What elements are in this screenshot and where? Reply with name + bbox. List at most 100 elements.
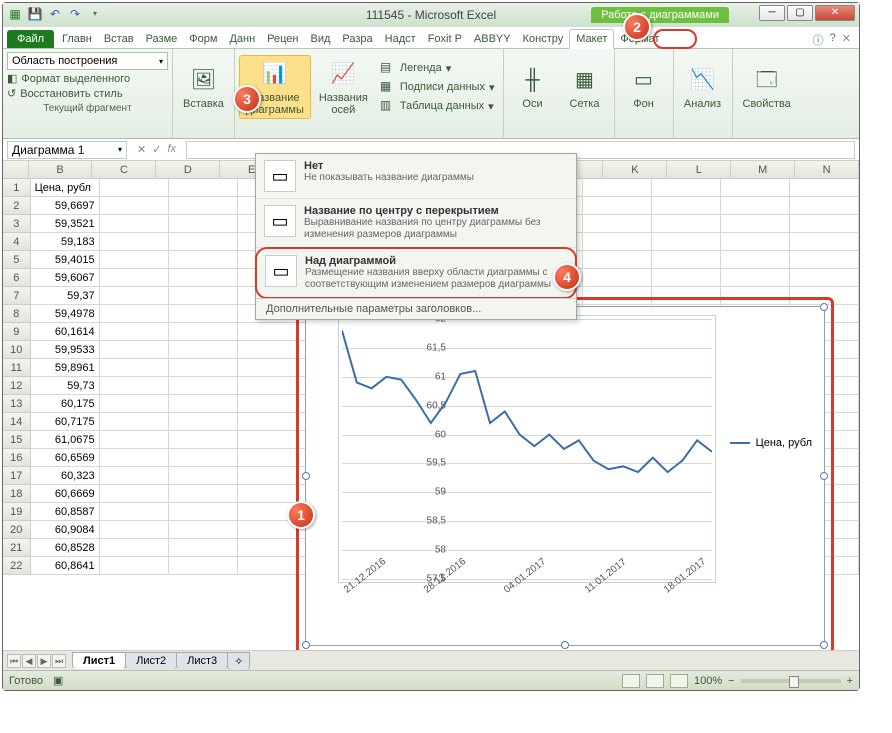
sheet-nav-next[interactable]: ▶: [37, 654, 51, 668]
cell[interactable]: [652, 197, 721, 215]
cell[interactable]: [100, 431, 169, 449]
resize-handle[interactable]: [302, 641, 310, 649]
cell[interactable]: [721, 215, 790, 233]
sheet-tab-1[interactable]: Лист1: [72, 652, 126, 669]
tab-insert[interactable]: Встав: [98, 30, 140, 48]
macro-record-icon[interactable]: ▣: [53, 674, 63, 687]
col-M[interactable]: M: [731, 161, 795, 178]
cell[interactable]: [652, 269, 721, 287]
chart-object[interactable]: Цена, рубл 21.12.2016 28.12.2016 04.01.2…: [305, 306, 825, 646]
cell[interactable]: [100, 233, 169, 251]
cell[interactable]: [169, 215, 238, 233]
cell[interactable]: [169, 377, 238, 395]
cell[interactable]: Цена, рубл: [31, 179, 100, 197]
cell[interactable]: 60,323: [31, 467, 100, 485]
row-header[interactable]: 13: [3, 395, 31, 413]
cell[interactable]: [169, 503, 238, 521]
cell[interactable]: 59,3521: [31, 215, 100, 233]
cell[interactable]: [169, 305, 238, 323]
cell[interactable]: [583, 287, 652, 305]
cell[interactable]: [721, 233, 790, 251]
col-D[interactable]: D: [156, 161, 220, 178]
data-table-button[interactable]: ▥Таблица данных ▾: [376, 97, 499, 115]
fx-icon[interactable]: fx: [167, 143, 176, 156]
cell[interactable]: 59,6697: [31, 197, 100, 215]
sheet-nav-last[interactable]: ⏭: [52, 654, 66, 668]
cell[interactable]: [100, 539, 169, 557]
cell[interactable]: [100, 341, 169, 359]
cell[interactable]: [100, 179, 169, 197]
row-header[interactable]: 20: [3, 521, 31, 539]
cell[interactable]: 59,6067: [31, 269, 100, 287]
dropdown-more-options[interactable]: Дополнительные параметры заголовков...: [256, 298, 576, 319]
row-header[interactable]: 3: [3, 215, 31, 233]
file-tab[interactable]: Файл: [7, 30, 54, 48]
cell[interactable]: [100, 359, 169, 377]
cell[interactable]: 60,6569: [31, 449, 100, 467]
cell[interactable]: [721, 251, 790, 269]
cell[interactable]: [100, 251, 169, 269]
legend-button[interactable]: ▤Легенда ▾: [376, 59, 499, 77]
cell[interactable]: [169, 539, 238, 557]
ribbon-minimize-icon[interactable]: ⓘ: [813, 32, 824, 48]
cell[interactable]: [583, 269, 652, 287]
cell[interactable]: [169, 359, 238, 377]
resize-handle[interactable]: [820, 472, 828, 480]
cell[interactable]: [169, 449, 238, 467]
data-labels-button[interactable]: ▦Подписи данных ▾: [376, 78, 499, 96]
view-page-layout[interactable]: [646, 674, 664, 688]
cancel-icon[interactable]: ✕: [137, 143, 146, 156]
cell[interactable]: [790, 215, 859, 233]
cell[interactable]: [238, 467, 307, 485]
cell[interactable]: [583, 197, 652, 215]
row-header[interactable]: 5: [3, 251, 31, 269]
cell[interactable]: [583, 251, 652, 269]
cell[interactable]: [583, 233, 652, 251]
help-icon[interactable]: ?: [830, 32, 836, 48]
enter-icon[interactable]: ✓: [152, 143, 161, 156]
row-header[interactable]: 15: [3, 431, 31, 449]
cell[interactable]: 59,37: [31, 287, 100, 305]
cell[interactable]: [169, 269, 238, 287]
cell[interactable]: [169, 197, 238, 215]
row-header[interactable]: 17: [3, 467, 31, 485]
zoom-slider[interactable]: [741, 679, 841, 683]
tab-design[interactable]: Констру: [517, 30, 570, 48]
cell[interactable]: 60,9084: [31, 521, 100, 539]
cell[interactable]: 59,8961: [31, 359, 100, 377]
cell[interactable]: 59,9533: [31, 341, 100, 359]
cell[interactable]: [100, 323, 169, 341]
tab-layout[interactable]: Макет: [569, 29, 614, 49]
cell[interactable]: [100, 305, 169, 323]
cell[interactable]: 60,8587: [31, 503, 100, 521]
cell[interactable]: [238, 413, 307, 431]
cell[interactable]: [100, 413, 169, 431]
cell[interactable]: 60,8641: [31, 557, 100, 575]
col-N[interactable]: N: [795, 161, 859, 178]
cell[interactable]: [100, 485, 169, 503]
chart-legend[interactable]: Цена, рубл: [730, 437, 812, 449]
cell[interactable]: [100, 503, 169, 521]
cell[interactable]: [238, 485, 307, 503]
cell[interactable]: 59,4978: [31, 305, 100, 323]
cell[interactable]: 60,6669: [31, 485, 100, 503]
sheet-nav-prev[interactable]: ◀: [22, 654, 36, 668]
tab-developer[interactable]: Разра: [336, 30, 378, 48]
cell[interactable]: [721, 179, 790, 197]
cell[interactable]: [169, 323, 238, 341]
dropdown-option-none[interactable]: ▭ НетНе показывать название диаграммы: [256, 154, 576, 199]
tab-data[interactable]: Данн: [223, 30, 261, 48]
redo-icon[interactable]: ↷: [67, 6, 83, 22]
cell[interactable]: [721, 197, 790, 215]
cell[interactable]: [100, 215, 169, 233]
sheet-tab-3[interactable]: Лист3: [176, 652, 228, 669]
cell[interactable]: 61,0675: [31, 431, 100, 449]
insert-button[interactable]: 🖼 Вставка: [177, 62, 230, 112]
axes-button[interactable]: ╫Оси: [508, 62, 558, 112]
resize-handle[interactable]: [820, 641, 828, 649]
maximize-button[interactable]: ▢: [787, 5, 813, 21]
cell[interactable]: [169, 431, 238, 449]
cell[interactable]: [790, 269, 859, 287]
properties-button[interactable]: 🗔Свойства: [737, 62, 797, 112]
cell[interactable]: [238, 449, 307, 467]
